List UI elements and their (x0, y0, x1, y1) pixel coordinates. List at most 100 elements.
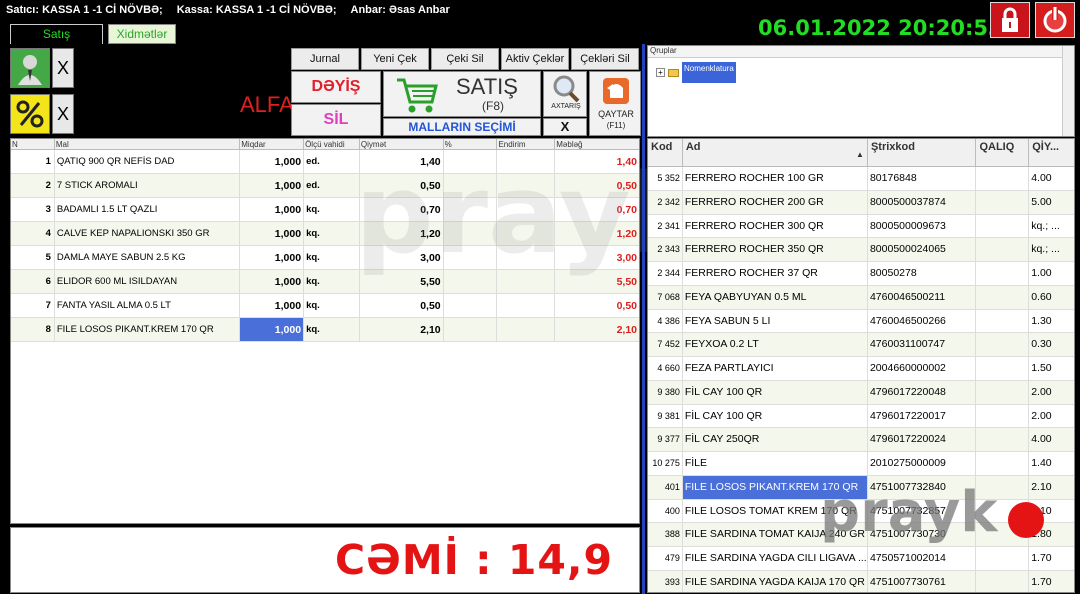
row-discount (497, 294, 556, 317)
product-name: FİL CAY 100 QR (683, 380, 868, 404)
product-row[interactable]: 4 386 FEYA SABUN 5 LI 4760046500266 1.30 (648, 309, 1074, 334)
product-name: FILE SARDINA YAGDA KAIJA 170 QR (683, 570, 868, 592)
discount-button[interactable] (10, 94, 50, 134)
warehouse-label: Anbar: Əsas Anbar (350, 4, 450, 16)
clear-customer-button[interactable]: X (52, 48, 74, 88)
row-quantity[interactable]: 1,000 (240, 150, 305, 173)
sale-table-header: N Mal Miqdar Ölçü vahidi Qiymət % Endiri… (11, 139, 639, 150)
expand-icon[interactable]: + (656, 68, 665, 77)
product-row[interactable]: 5 352 FERRERO ROCHER 100 GR 80176848 4.00 (648, 167, 1074, 191)
row-quantity[interactable]: 1,000 (240, 174, 305, 197)
product-row[interactable]: 9 380 FİL CAY 100 QR 4796017220048 2.00 (648, 380, 1074, 405)
col-qiymet[interactable]: QİY... (1029, 139, 1074, 166)
col-qiymet[interactable]: Qiymət (360, 139, 444, 149)
product-row[interactable]: 2 342 FERRERO ROCHER 200 GR 8000500037874 5… (648, 190, 1074, 215)
row-discount (497, 246, 556, 269)
journal-button[interactable]: Jurnal (291, 48, 359, 70)
row-percent (444, 270, 498, 293)
col-n[interactable]: N (11, 139, 55, 149)
row-unit: kq. (304, 318, 360, 341)
row-discount (497, 198, 556, 221)
product-row[interactable]: 2 344 FERRERO ROCHER 37 QR 80050278 1.00 (648, 262, 1074, 286)
delete-checks-button[interactable]: Çekləri Sil (571, 48, 639, 70)
product-row[interactable]: 393 FILE SARDINA YAGDA KAIJA 170 QR 475100… (648, 570, 1074, 592)
delete-check-button[interactable]: Çeki Sil (431, 48, 499, 70)
tree-node-nomenklatura[interactable]: + Nomenklatura (656, 62, 736, 83)
col-ad[interactable]: Ad ▲ (683, 139, 868, 166)
groups-scrollbar[interactable] (1062, 46, 1074, 136)
sale-row[interactable]: 7 FANTA YASIL ALMA 0.5 LT 1,000 kq. 0,50 0,50 (11, 294, 639, 318)
product-stock (976, 547, 1030, 570)
col-olcu[interactable]: Ölçü vahidi (304, 139, 360, 149)
product-price: 2.10 (1031, 480, 1052, 493)
product-price: 1.50 (1031, 362, 1052, 374)
col-miqdar[interactable]: Miqdar (240, 139, 305, 149)
col-percent[interactable]: % (444, 139, 498, 149)
sale-row[interactable]: 3 BADAMLI 1.5 LT QAZLI 1,000 kq. 0,70 0,70 (11, 198, 639, 222)
col-endirim[interactable]: Endirim (497, 139, 556, 149)
product-price: 0.60 (1031, 290, 1052, 303)
product-row[interactable]: 4 660 FEZA PARTLAYICI 2004660000002 1.50 (648, 357, 1074, 381)
power-button[interactable] (1035, 2, 1075, 38)
tab-services[interactable]: Xidmətlər (108, 24, 176, 44)
col-kod[interactable]: Kod (648, 139, 683, 166)
product-row[interactable]: 7 068 FEYA QABYUYAN 0.5 ML 4760046500211 0.… (648, 285, 1074, 310)
product-price: kq.; ... (1031, 219, 1060, 232)
return-button[interactable]: QAYTAR (F11) (589, 71, 641, 136)
customer-button[interactable] (10, 48, 50, 88)
row-quantity[interactable]: 1,000 (240, 318, 305, 341)
sale-row[interactable]: 1 QATIQ 900 QR NEFİS DAD 1,000 ed. 1,40 1,40 (11, 150, 639, 174)
product-row[interactable]: 7 452 FEYXOA 0.2 LT 4760031100747 0.30 (648, 333, 1074, 357)
col-strix[interactable]: Ştrixkod (868, 139, 977, 166)
product-price: 1.70 (1031, 575, 1052, 588)
change-button[interactable]: DƏYİŞ (291, 71, 381, 103)
products-table-header: Kod Ad ▲ Ştrixkod QALIQ QİY... (648, 139, 1074, 167)
product-barcode: 2004660000002 (868, 357, 977, 380)
sale-row[interactable]: 27 STICK AROMALI 1,000 ed. 0,50 0,50 (11, 174, 639, 198)
row-unit: ed. (304, 174, 360, 197)
col-mebleg[interactable]: Məbləğ (555, 139, 639, 149)
row-quantity[interactable]: 1,000 (240, 294, 305, 317)
product-row[interactable]: 479 FILE SARDINA YAGDA CILI LIGAVA ... 475… (648, 547, 1074, 571)
product-name: FİL CAY 250QR (683, 428, 868, 451)
watermark-dot-bottom (1008, 502, 1044, 538)
sale-key: (F8) (482, 99, 504, 113)
sale-row[interactable]: 6 ELIDOR 600 ML ISILDAYAN 1,000 kq. 5,50 5,50 (11, 270, 639, 294)
active-checks-button[interactable]: Aktiv Çeklər (501, 48, 569, 70)
sale-button[interactable]: SATIŞ (F8) (383, 71, 541, 117)
row-quantity[interactable]: 1,000 (240, 270, 305, 293)
new-check-button[interactable]: Yeni Çek (361, 48, 429, 70)
tab-sale[interactable]: Satış (10, 24, 103, 44)
row-discount (497, 222, 556, 245)
row-quantity[interactable]: 1,000 (240, 246, 305, 269)
product-row[interactable]: 10 275 FİLE 2010275000009 1.40 (648, 452, 1074, 476)
row-percent (444, 294, 498, 317)
groups-title: Qruplar (648, 46, 1074, 58)
product-barcode: 80050278 (868, 262, 977, 285)
sale-row[interactable]: 4 CALVE KEP NAPALIONSKI 350 GR 1,000 kq. 1,2… (11, 222, 639, 246)
product-row[interactable]: 9 377 FİL CAY 250QR 4796017220024 4.00 (648, 428, 1074, 452)
product-code: 2 341 (648, 214, 683, 238)
sale-row[interactable]: 8 FILE LOSOS PIKANT.KREM 170 QR 1,000 kq. 2,… (11, 318, 639, 342)
col-qaliq[interactable]: QALIQ (976, 139, 1030, 166)
product-stock (976, 452, 1030, 475)
product-barcode: 8000500024065 (868, 238, 977, 261)
cashier-label: Satıcı: KASSA 1 -1 Cİ NÖVBƏ; (6, 4, 163, 16)
return-key: (F11) (606, 121, 626, 130)
search-button[interactable]: AXTARIŞ (543, 71, 587, 117)
product-code: 2 344 (648, 262, 683, 285)
clear-discount-button[interactable]: X (52, 94, 74, 134)
goods-selection-button[interactable]: MALLARIN SEÇİMİ (383, 118, 541, 136)
sale-row[interactable]: 5 DAMLA MAYE SABUN 2.5 KG 1,000 kq. 3,00 3,00 (11, 246, 639, 270)
product-row[interactable]: 2 341 FERRERO ROCHER 300 QR 8000500009673 k… (648, 214, 1074, 239)
close-selection-button[interactable]: X (543, 118, 587, 136)
row-quantity[interactable]: 1,000 (240, 198, 305, 221)
product-row[interactable]: 2 343 FERRERO ROCHER 350 QR 8000500024065 k… (648, 238, 1074, 262)
row-quantity[interactable]: 1,000 (240, 222, 305, 245)
col-mal[interactable]: Mal (55, 139, 241, 149)
lock-button[interactable] (990, 2, 1030, 38)
product-stock (976, 570, 1030, 592)
product-row[interactable]: 9 381 FİL CAY 100 QR 4796017220017 2.00 (648, 404, 1074, 429)
delete-button[interactable]: SİL (291, 104, 381, 136)
row-price: 5,50 (360, 270, 444, 293)
